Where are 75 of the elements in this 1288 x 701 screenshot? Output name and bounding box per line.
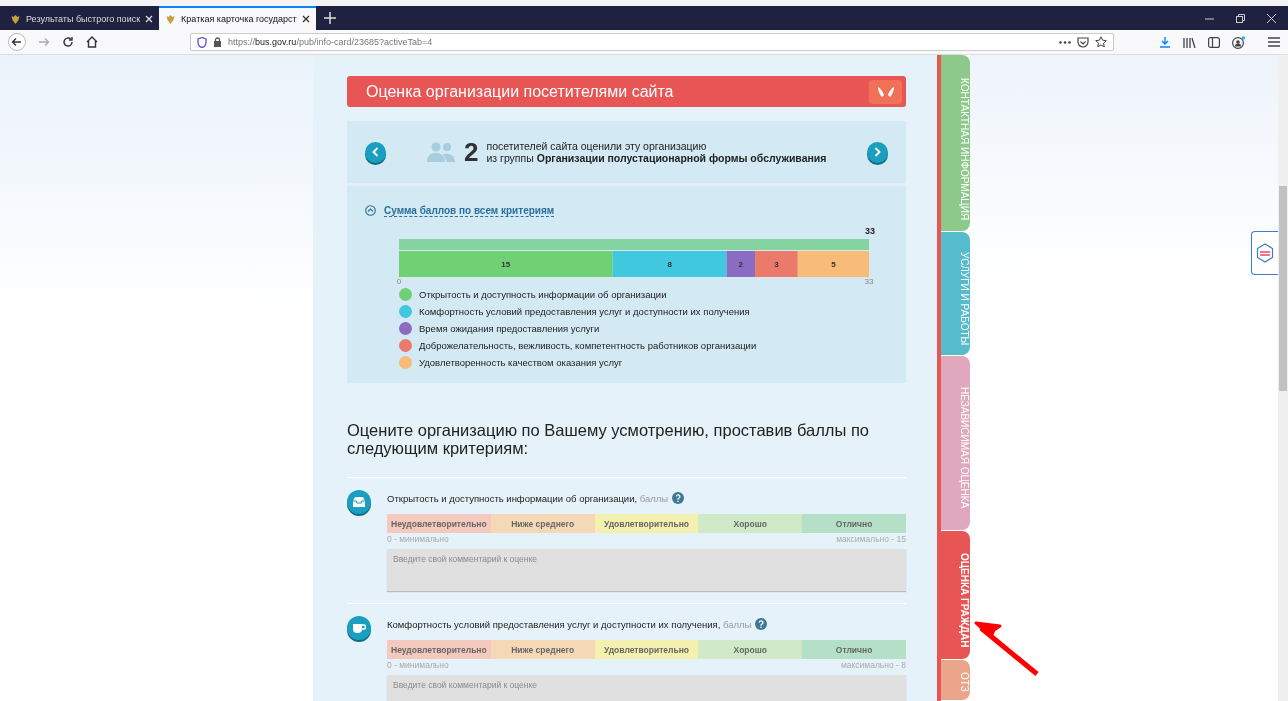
- menu-icon[interactable]: [1268, 37, 1280, 47]
- bar-value: 8: [667, 260, 672, 269]
- visitor-text: посетителей сайта оценили эту организацию: [486, 140, 708, 152]
- score-option[interactable]: Отлично: [802, 514, 906, 533]
- arrow-annotation: [973, 620, 1041, 678]
- axis-tick: 0: [396, 277, 402, 284]
- inbox-icon: [352, 496, 366, 508]
- legend-label: Время ожидания предоставления услуги: [419, 323, 600, 334]
- hexagon-logo-icon: [1256, 243, 1274, 263]
- form-heading: Оцените организацию по Вашему усмотрению, проставив баллы по следующим критериям:: [347, 421, 906, 478]
- close-icon[interactable]: [301, 15, 310, 23]
- total-label: 33: [865, 226, 875, 236]
- library-icon[interactable]: [1183, 36, 1196, 48]
- score-option[interactable]: Ниже среднего: [490, 514, 595, 533]
- score-option[interactable]: Неудовлетворительно: [387, 514, 491, 533]
- visitor-count: 2: [464, 136, 479, 168]
- back-icon[interactable]: [8, 33, 26, 51]
- score-option[interactable]: Хорошо: [698, 514, 803, 533]
- help-icon[interactable]: [755, 618, 768, 630]
- score-option[interactable]: Отлично: [802, 640, 906, 659]
- score-option[interactable]: Удовлетворительно: [594, 640, 699, 659]
- score-option[interactable]: Неудовлетворительно: [387, 640, 491, 659]
- help-icon[interactable]: [672, 492, 685, 504]
- reload-icon[interactable]: [62, 36, 74, 48]
- emblem-icon: [165, 13, 177, 25]
- max-label: максимально - 15: [836, 534, 906, 544]
- legend-label: Доброжелательность, вежливость, компетентность работников организации: [419, 340, 757, 351]
- legend-label: Открытость и доступность информации об организации: [419, 289, 667, 300]
- address-bar[interactable]: https://bus.gov.ru/pub/info-card/23685?activeTab=4: [190, 33, 1114, 51]
- comment-field[interactable]: Введите свой комментарий к оценке: [387, 675, 906, 701]
- bar-value: 5: [831, 260, 836, 269]
- previous-button[interactable]: [365, 141, 386, 163]
- star-icon[interactable]: [1095, 36, 1107, 48]
- download-icon[interactable]: [1159, 36, 1171, 48]
- min-label: 0 - минимально: [387, 660, 449, 670]
- emblem-icon: [10, 13, 21, 25]
- services-badge[interactable]: [1251, 231, 1278, 275]
- browser-tab[interactable]: Результаты быстрого поиск: [4, 6, 160, 30]
- axis-tick: 33: [864, 277, 874, 284]
- more-icon[interactable]: [1059, 40, 1071, 44]
- bar-value: 15: [501, 260, 511, 269]
- cup-icon: [352, 622, 366, 634]
- bar-value: 2: [738, 260, 744, 269]
- min-label: 0 - минимально: [387, 534, 449, 544]
- restore-icon[interactable]: [1236, 13, 1245, 23]
- pocket-icon[interactable]: [1077, 36, 1089, 48]
- collapse-icon: [365, 205, 376, 216]
- side-tab[interactable]: ОЦЕНКА ГРАЖДАН: [941, 531, 970, 659]
- criterion-title: Комфортность условий предоставления услуг и доступности их получения, баллы: [387, 618, 752, 630]
- shield-icon: [197, 36, 207, 48]
- hands-icon: [876, 85, 895, 98]
- legend-label: Комфортность условий предоставления услуг и доступности их получения: [419, 306, 750, 317]
- next-button[interactable]: [867, 141, 888, 163]
- summary-toggle[interactable]: Сумма баллов по всем критериям: [365, 204, 555, 217]
- scrollbar[interactable]: [1278, 55, 1288, 701]
- people-icon: [426, 142, 456, 162]
- section-title: Оценка организации посетителями сайта: [366, 82, 674, 101]
- sidebar-icon[interactable]: [1208, 36, 1220, 48]
- group-text: из группы Организации полустационарной формы обслуживания: [486, 152, 828, 164]
- browser-tab[interactable]: Краткая карточка государст: [159, 6, 316, 30]
- side-tab[interactable]: УСЛУГИ И РАБОТЫ: [941, 232, 970, 355]
- home-icon[interactable]: [86, 36, 98, 48]
- comment-field[interactable]: Введите свой комментарий к оценке: [387, 549, 906, 591]
- legend-label: Удовлетворенность качеством оказания услуг: [419, 357, 623, 368]
- lock-icon: [213, 37, 222, 47]
- score-option[interactable]: Хорошо: [698, 640, 803, 659]
- chevron-left-icon: [372, 147, 379, 157]
- bar-value: 3: [774, 260, 779, 269]
- criterion-title: Открытость и доступность информации об организации, баллы: [387, 492, 669, 504]
- max-label: максимально - 8: [840, 660, 906, 670]
- score-option[interactable]: Ниже среднего: [490, 640, 595, 659]
- hands-button[interactable]: [869, 79, 902, 104]
- chevron-right-icon: [874, 147, 881, 157]
- score-option[interactable]: Удовлетворительно: [594, 514, 699, 533]
- account-icon[interactable]: [1232, 35, 1246, 49]
